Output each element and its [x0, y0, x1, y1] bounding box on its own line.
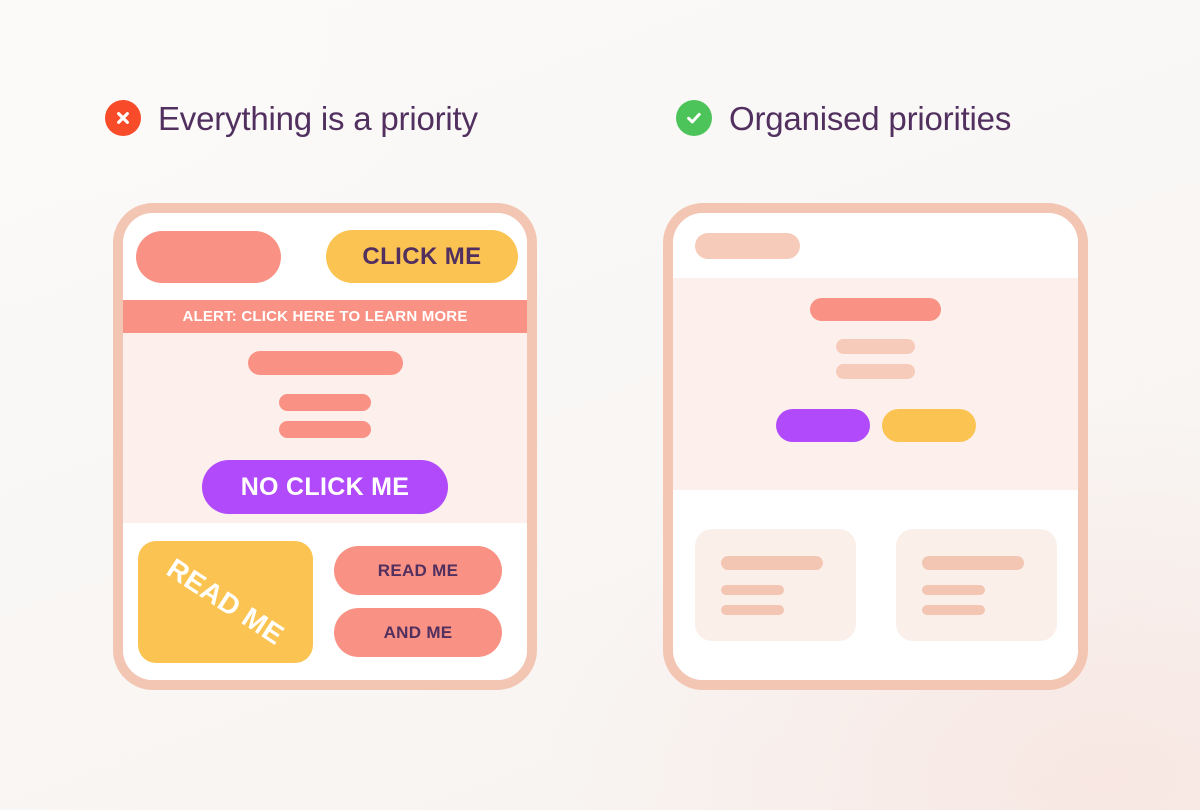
skeleton-line [720, 604, 784, 615]
skeleton-line [279, 421, 371, 438]
skeleton-line [720, 584, 784, 595]
info-card[interactable] [694, 529, 856, 641]
logo-placeholder [695, 232, 800, 259]
good-example-window [663, 203, 1088, 690]
info-card[interactable] [895, 529, 1057, 641]
primary-action-button[interactable] [775, 409, 870, 442]
good-window-body [673, 278, 1078, 490]
bad-example-window: CLICK ME ALERT: CLICK HERE TO LEARN MORE… [113, 203, 537, 690]
skeleton-line [836, 364, 915, 379]
click-me-button[interactable]: CLICK ME [326, 230, 518, 283]
bad-window-footer: READ ME READ ME AND ME [123, 523, 527, 680]
good-body-button-row [775, 409, 976, 442]
comparison-illustration: Everything is a priority Organised prior… [0, 0, 1200, 810]
bad-window-header: CLICK ME [123, 213, 527, 300]
skeleton-heading-line [921, 555, 1024, 570]
skeleton-line [279, 394, 371, 411]
skeleton-line [921, 584, 985, 595]
good-window-footer [673, 490, 1078, 680]
skeleton-line [836, 339, 915, 354]
bad-footer-button-column: READ ME AND ME [334, 546, 502, 657]
secondary-action-button[interactable] [881, 409, 976, 442]
bad-window-body: NO CLICK ME [123, 333, 527, 523]
circle-x-icon [105, 100, 141, 136]
read-me-tile-label: READ ME [161, 551, 290, 651]
skeleton-heading-line [720, 555, 823, 570]
read-me-tile[interactable]: READ ME [138, 540, 313, 663]
and-me-button[interactable]: AND ME [334, 608, 502, 657]
skeleton-line [921, 604, 985, 615]
alert-banner[interactable]: ALERT: CLICK HERE TO LEARN MORE [123, 300, 527, 333]
good-example-heading-text: Organised priorities [729, 99, 1012, 137]
logo-placeholder [136, 230, 281, 283]
good-example-heading: Organised priorities [676, 100, 1011, 136]
no-click-me-button[interactable]: NO CLICK ME [202, 460, 448, 514]
bad-example-heading-text: Everything is a priority [158, 99, 478, 137]
skeleton-line [247, 351, 403, 375]
bad-example-heading: Everything is a priority [105, 100, 478, 136]
circle-check-icon [676, 100, 712, 136]
read-me-button[interactable]: READ ME [334, 546, 502, 595]
skeleton-heading-line [810, 298, 941, 321]
good-window-header [673, 213, 1078, 278]
